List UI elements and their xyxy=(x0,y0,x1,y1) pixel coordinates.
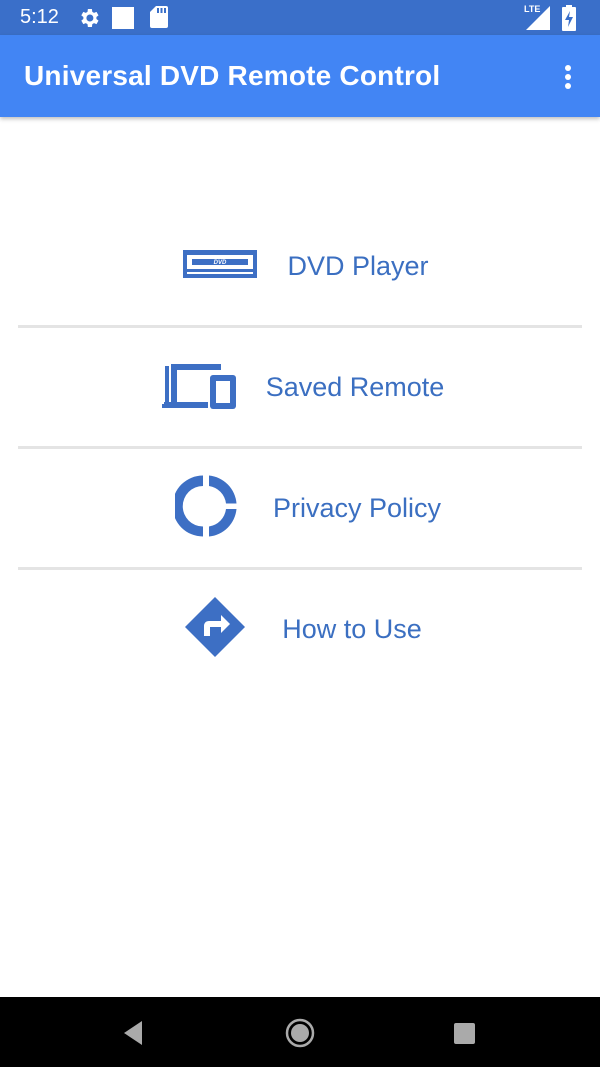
devices-icon xyxy=(161,359,236,416)
donut-icon xyxy=(172,475,237,542)
app-title: Universal DVD Remote Control xyxy=(24,60,441,91)
menu-list: DVD DVD Player Saved Remote Privacy Poli… xyxy=(18,207,582,688)
status-bar: 5:12 LTE xyxy=(0,0,600,35)
more-vert-icon[interactable] xyxy=(552,59,584,95)
back-icon[interactable] xyxy=(116,1015,152,1051)
status-time: 5:12 xyxy=(20,6,59,28)
menu-item-label: How to Use xyxy=(282,613,422,644)
menu-item-privacy-policy[interactable]: Privacy Policy xyxy=(18,449,582,567)
lte-signal-icon: LTE xyxy=(522,4,550,30)
dvd-icon-text: DVD xyxy=(214,260,227,266)
home-icon[interactable] xyxy=(282,1015,318,1051)
menu-item-label: DVD Player xyxy=(287,250,429,281)
sd-card-icon xyxy=(150,6,168,28)
dvd-player-icon: DVD xyxy=(183,249,258,283)
menu-item-dvd-player[interactable]: DVD DVD Player xyxy=(18,207,582,325)
settings-icon xyxy=(81,9,99,27)
square-icon xyxy=(112,7,134,29)
menu-item-how-to-use[interactable]: How to Use xyxy=(18,570,582,688)
navigation-bar xyxy=(0,997,600,1067)
battery-icon xyxy=(562,5,576,31)
directions-icon xyxy=(184,596,246,663)
menu-item-label: Privacy Policy xyxy=(272,492,442,523)
app-bar: Universal DVD Remote Control xyxy=(0,35,600,117)
recents-icon[interactable] xyxy=(446,1015,482,1051)
menu-item-saved-remote[interactable]: Saved Remote xyxy=(18,328,582,446)
menu-item-label: Saved Remote xyxy=(265,371,445,402)
